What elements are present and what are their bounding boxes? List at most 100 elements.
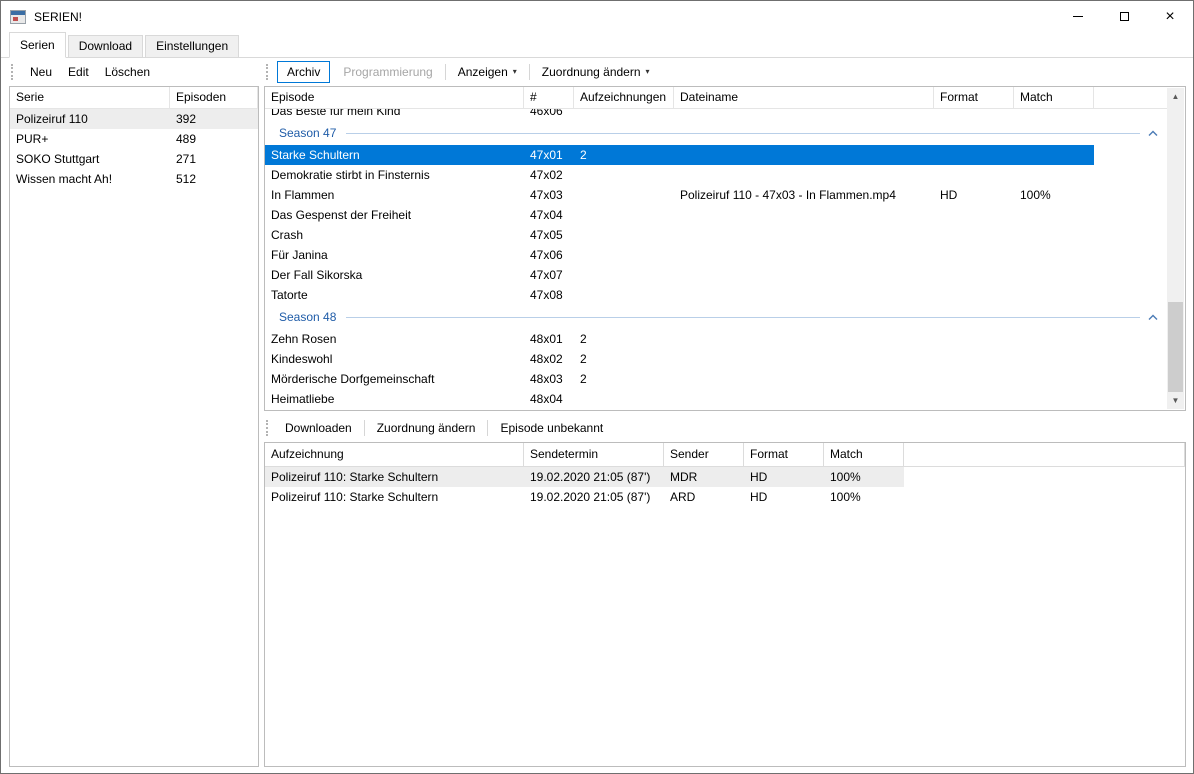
serie-cell: PUR+ xyxy=(10,129,170,149)
episode-row[interactable]: Zehn Rosen48x012 xyxy=(265,329,1094,349)
format-cell: HD xyxy=(934,185,1014,205)
programmierung-button[interactable]: Programmierung xyxy=(335,61,440,83)
archiv-button[interactable]: Archiv xyxy=(277,61,330,83)
scrollbar-track[interactable] xyxy=(1167,105,1184,392)
season-divider-line xyxy=(346,133,1140,134)
episode-row[interactable]: Crash47x05 xyxy=(265,225,1094,245)
column-header-sendetermin[interactable]: Sendetermin xyxy=(524,443,664,466)
minimize-button[interactable] xyxy=(1055,1,1101,32)
recording-row[interactable]: Polizeiruf 110: Starke Schultern19.02.20… xyxy=(265,487,904,507)
chevron-up-icon[interactable] xyxy=(1148,130,1158,137)
episode-cell: Crash xyxy=(265,225,524,245)
number-cell: 48x02 xyxy=(524,349,574,369)
match-cell xyxy=(1014,165,1094,185)
column-header-format[interactable]: Format xyxy=(744,443,824,466)
number-cell: 48x03 xyxy=(524,369,574,389)
column-header-episoden[interactable]: Episoden xyxy=(170,87,258,108)
column-header-aufzeichnung[interactable]: Aufzeichnung xyxy=(265,443,524,466)
episode-row[interactable]: Starke Schultern47x012 xyxy=(265,145,1094,165)
episoden-cell: 512 xyxy=(170,169,258,189)
format-cell xyxy=(934,145,1014,165)
column-header-aufzeichnungen[interactable]: Aufzeichnungen xyxy=(574,87,674,108)
episoden-cell: 489 xyxy=(170,129,258,149)
format-cell xyxy=(934,109,1014,121)
column-header-serie[interactable]: Serie xyxy=(10,87,170,108)
neu-button[interactable]: Neu xyxy=(22,61,60,83)
episode-rows: Das Beste für mein Kind46x06Season 47Sta… xyxy=(265,109,1168,410)
toolbar-grip-icon[interactable] xyxy=(266,64,271,80)
episodes-list: Episode # Aufzeichnungen Dateiname Forma… xyxy=(264,86,1186,411)
aufzeichnungen-cell xyxy=(574,109,674,121)
episode-row[interactable]: Demokratie stirbt in Finsternis47x02 xyxy=(265,165,1094,185)
column-header-sender[interactable]: Sender xyxy=(664,443,744,466)
series-list-header: Serie Episoden xyxy=(10,87,258,109)
episodes-toolbar: Archiv Programmierung Anzeigen ▾ Zuordnu… xyxy=(264,59,1186,85)
column-header-match[interactable]: Match xyxy=(1014,87,1094,108)
tab-serien[interactable]: Serien xyxy=(9,32,66,58)
episode-row[interactable]: Heimatliebe48x04 xyxy=(265,389,1094,409)
dateiname-cell xyxy=(674,389,934,409)
dateiname-cell xyxy=(674,245,934,265)
tab-einstellungen[interactable]: Einstellungen xyxy=(145,35,239,58)
episode-row[interactable]: Tatorte47x08 xyxy=(265,285,1094,305)
recordings-toolbar: Downloaden Zuordnung ändern Episode unbe… xyxy=(264,415,1186,441)
episode-cell: Tatorte xyxy=(265,285,524,305)
match-cell xyxy=(1014,145,1094,165)
series-row[interactable]: Wissen macht Ah!512 xyxy=(10,169,258,189)
season-group-header[interactable]: Season 47 xyxy=(265,121,1168,145)
number-cell: 47x02 xyxy=(524,165,574,185)
episode-unbekannt-button[interactable]: Episode unbekannt xyxy=(492,417,611,439)
aufzeichnungen-cell xyxy=(574,225,674,245)
season-label: Season 48 xyxy=(279,310,336,324)
loeschen-button[interactable]: Löschen xyxy=(97,61,158,83)
close-button[interactable]: × xyxy=(1147,1,1193,32)
column-header-format[interactable]: Format xyxy=(934,87,1014,108)
episode-row[interactable]: Mörderische Dorfgemeinschaft48x032 xyxy=(265,369,1094,389)
column-header-match[interactable]: Match xyxy=(824,443,904,466)
aufzeichnungen-cell xyxy=(574,285,674,305)
scrollbar-thumb[interactable] xyxy=(1168,302,1183,392)
episoden-cell: 271 xyxy=(170,149,258,169)
column-header-dateiname[interactable]: Dateiname xyxy=(674,87,934,108)
series-toolbar: Neu Edit Löschen xyxy=(9,59,259,85)
episode-row[interactable]: Der Fall Sikorska47x07 xyxy=(265,265,1094,285)
format-cell xyxy=(934,265,1014,285)
number-cell: 47x04 xyxy=(524,205,574,225)
season-group-header[interactable]: Season 48 xyxy=(265,305,1168,329)
match-cell xyxy=(1014,389,1094,409)
number-cell: 48x04 xyxy=(524,389,574,409)
episode-row[interactable]: Das Beste für mein Kind46x06 xyxy=(265,109,1094,121)
zuordnung-aendern-button[interactable]: Zuordnung ändern xyxy=(369,417,484,439)
column-header-number[interactable]: # xyxy=(524,87,574,108)
format-cell xyxy=(934,349,1014,369)
episode-row[interactable]: Kindeswohl48x022 xyxy=(265,349,1094,369)
episoden-cell: 392 xyxy=(170,109,258,129)
chevron-up-icon[interactable] xyxy=(1148,314,1158,321)
tab-download[interactable]: Download xyxy=(68,35,143,58)
scroll-down-button[interactable]: ▼ xyxy=(1167,392,1184,409)
column-header-filler xyxy=(1094,87,1168,108)
vertical-scrollbar[interactable]: ▲ ▼ xyxy=(1167,88,1184,409)
anzeigen-dropdown[interactable]: Anzeigen ▾ xyxy=(450,61,525,83)
series-row[interactable]: SOKO Stuttgart271 xyxy=(10,149,258,169)
maximize-button[interactable] xyxy=(1101,1,1147,32)
series-row[interactable]: Polizeiruf 110392 xyxy=(10,109,258,129)
column-header-episode[interactable]: Episode xyxy=(265,87,524,108)
episode-row[interactable]: In Flammen47x03Polizeiruf 110 - 47x03 - … xyxy=(265,185,1094,205)
maximize-icon xyxy=(1120,12,1129,21)
series-row[interactable]: PUR+489 xyxy=(10,129,258,149)
episode-row[interactable]: Für Janina47x06 xyxy=(265,245,1094,265)
match-cell xyxy=(1014,285,1094,305)
toolbar-grip-icon[interactable] xyxy=(11,64,16,80)
toolbar-grip-icon[interactable] xyxy=(266,420,271,436)
number-cell: 47x06 xyxy=(524,245,574,265)
scroll-up-button[interactable]: ▲ xyxy=(1167,88,1184,105)
season-divider-line xyxy=(346,317,1140,318)
downloaden-button[interactable]: Downloaden xyxy=(277,417,360,439)
edit-button[interactable]: Edit xyxy=(60,61,97,83)
aufzeichnungen-cell: 2 xyxy=(574,145,674,165)
app-window: { "window": { "title": "SERIEN!" }, "ico… xyxy=(0,0,1194,774)
episode-row[interactable]: Das Gespenst der Freiheit47x04 xyxy=(265,205,1094,225)
recording-row[interactable]: Polizeiruf 110: Starke Schultern19.02.20… xyxy=(265,467,904,487)
zuordnung-aendern-dropdown[interactable]: Zuordnung ändern ▾ xyxy=(534,61,658,83)
